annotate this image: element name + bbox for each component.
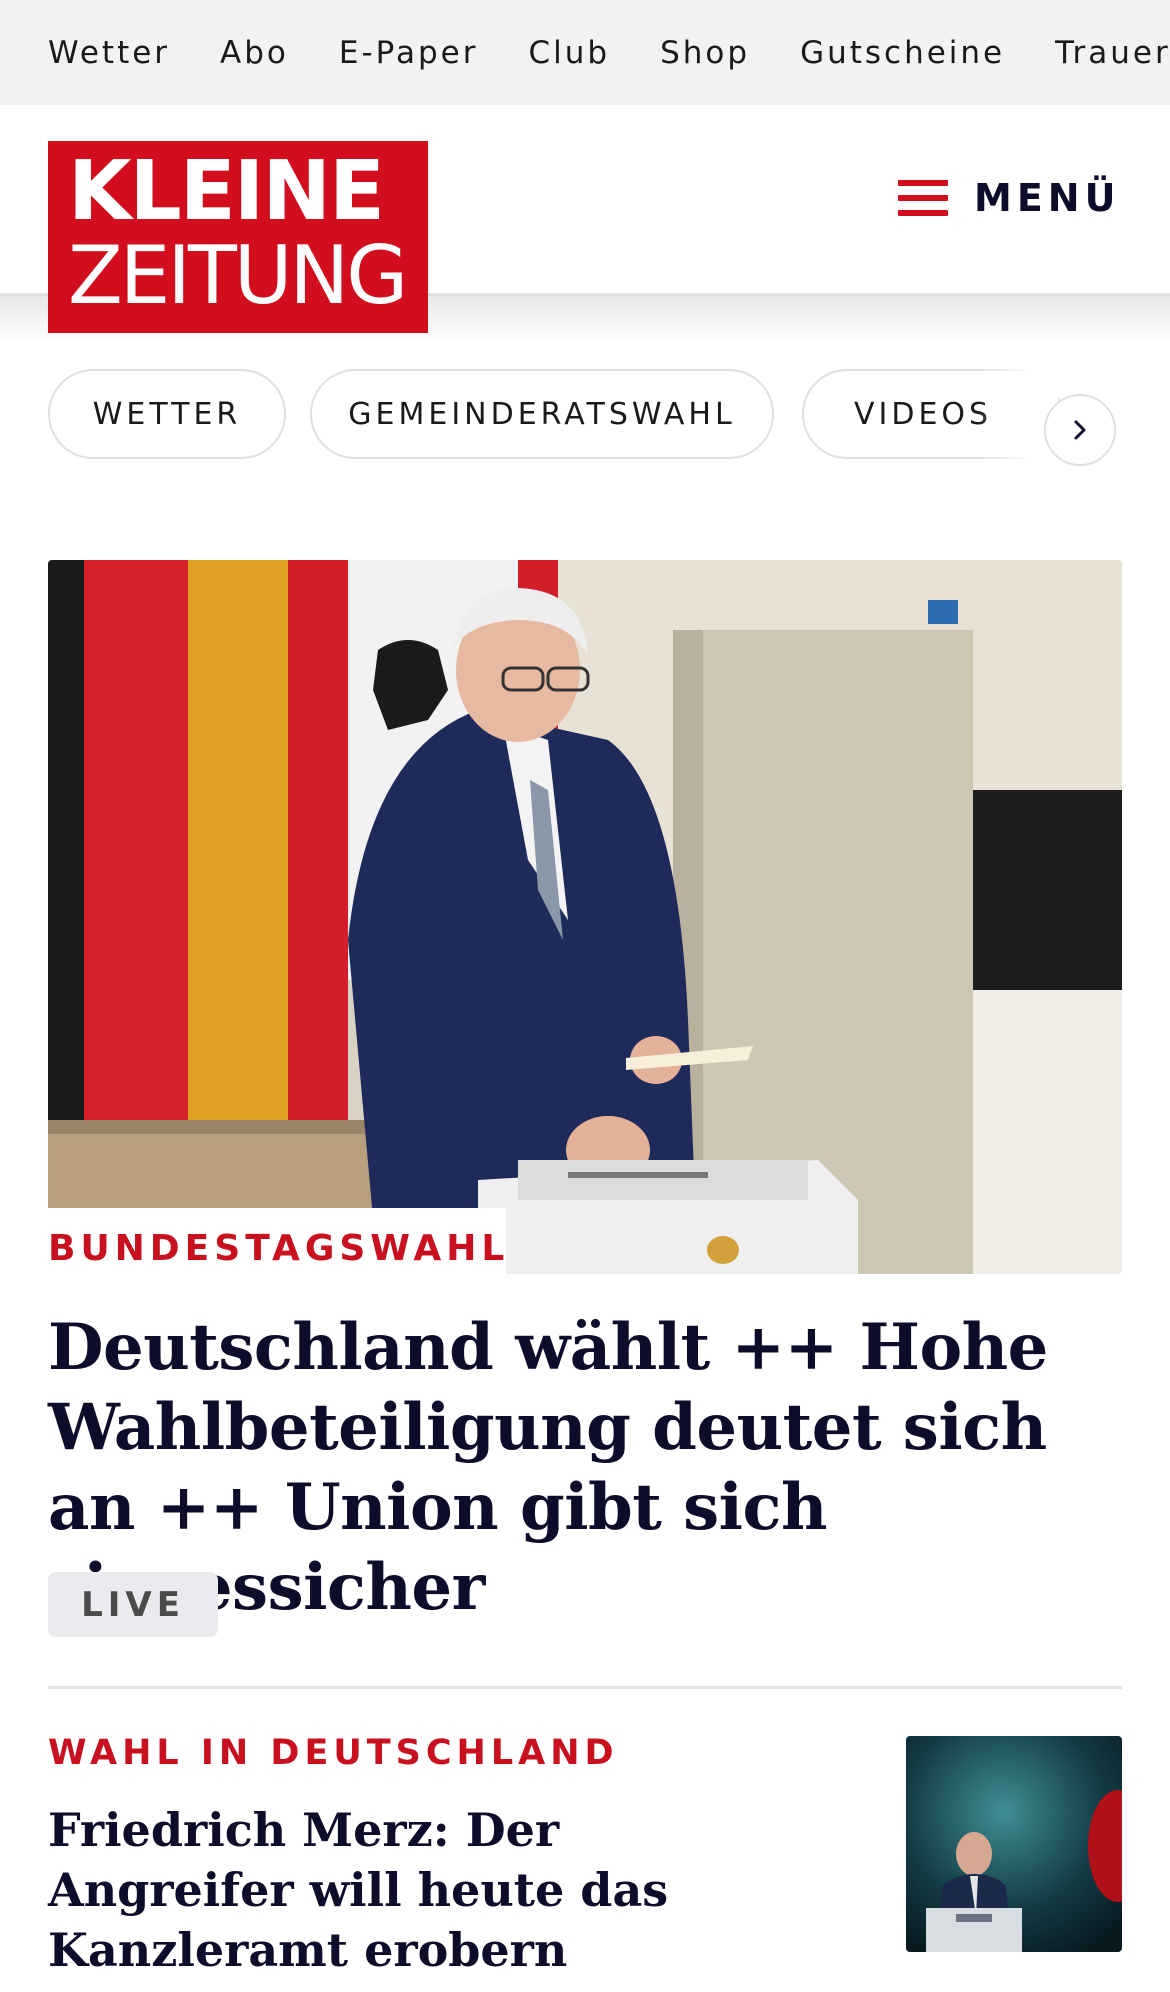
logo-text-kleine: KLEINE [68, 144, 385, 239]
topic-chip-bar: WETTER GEMEINDERATSWAHL VIDEOS [48, 369, 1120, 466]
logo-text-zeitung: ZEITUNG [68, 229, 408, 322]
article2-thumbnail[interactable] [906, 1736, 1122, 1952]
chip-scroll-fade [978, 369, 1058, 459]
topnav-link-trauerportal[interactable]: Trauerportal [1055, 35, 1170, 71]
article2-category-label[interactable]: WAHL IN DEUTSCHLAND [48, 1733, 619, 1773]
topnav-link-club[interactable]: Club [528, 35, 610, 71]
article2-headline[interactable]: Friedrich Merz: Der Angreifer will heute… [48, 1800, 688, 1980]
topnav-link-shop[interactable]: Shop [660, 35, 750, 71]
chips-next-button[interactable] [1044, 394, 1116, 466]
chip-wetter[interactable]: WETTER [48, 369, 286, 459]
chevron-right-icon [1074, 420, 1086, 440]
top-utility-nav-list: Wetter Abo E-Paper Club Shop Gutscheine … [48, 0, 1170, 105]
chip-gemeinderatswahl[interactable]: GEMEINDERATSWAHL [310, 369, 774, 459]
article-divider [48, 1686, 1122, 1689]
menu-label: MENÜ [974, 176, 1121, 220]
hamburger-icon [898, 180, 948, 216]
topnav-link-abo[interactable]: Abo [220, 35, 289, 71]
menu-button[interactable]: MENÜ [898, 170, 1120, 226]
live-badge: LIVE [48, 1572, 218, 1637]
hero-article-image[interactable] [48, 560, 1122, 1274]
site-logo[interactable]: KLEINE ZEITUNG [48, 141, 428, 333]
article2-photo-illustration [906, 1736, 1122, 1952]
topnav-link-epaper[interactable]: E-Paper [339, 35, 479, 71]
hero-category-label[interactable]: BUNDESTAGSWAHL [48, 1228, 509, 1269]
topnav-link-wetter[interactable]: Wetter [48, 35, 170, 71]
hero-category-tag: BUNDESTAGSWAHL [48, 1208, 506, 1274]
top-utility-nav: Wetter Abo E-Paper Club Shop Gutscheine … [0, 0, 1170, 105]
topnav-link-gutscheine[interactable]: Gutscheine [800, 35, 1005, 71]
hero-photo-illustration [48, 560, 1122, 1274]
